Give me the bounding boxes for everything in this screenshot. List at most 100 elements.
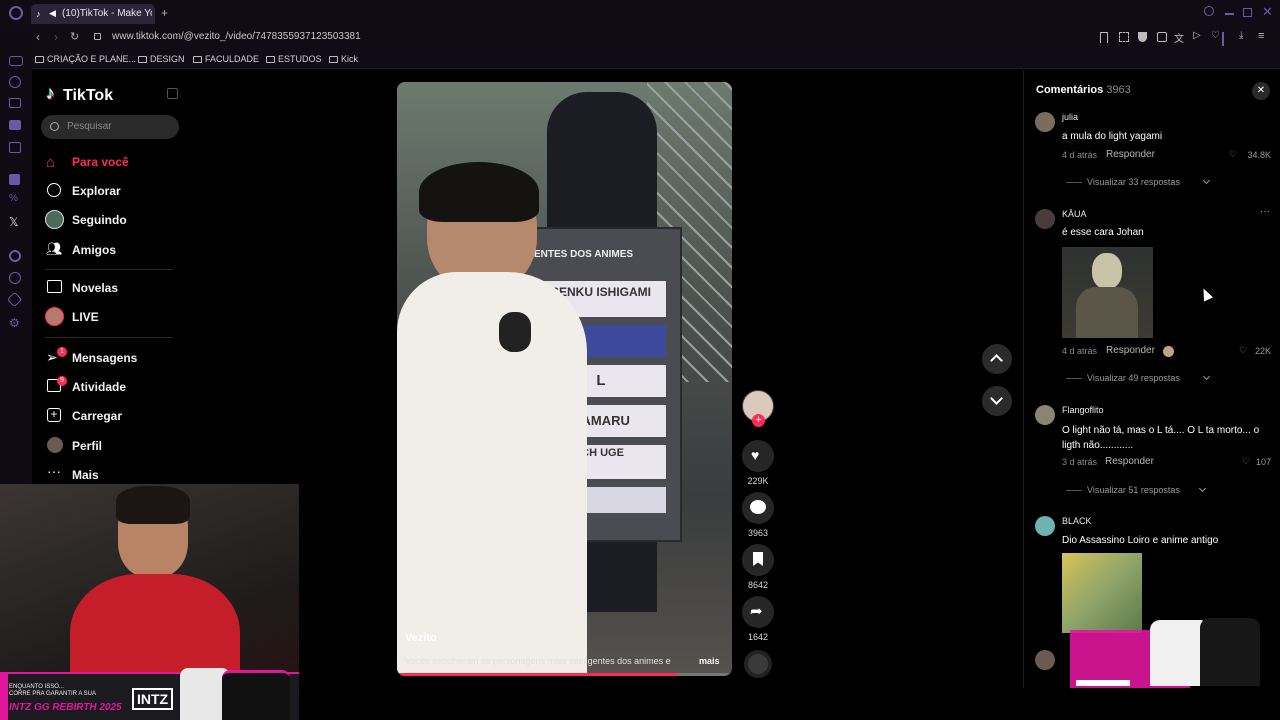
profile-icon[interactable]	[1222, 32, 1224, 46]
bookmark-folder[interactable]: CRIAÇÃO E PLANE...	[35, 54, 136, 64]
view-replies-button[interactable]: Visualizar 33 respostas	[1066, 176, 1216, 188]
sidebar-history-icon[interactable]	[9, 76, 21, 88]
translate-icon[interactable]: 文	[1174, 30, 1184, 45]
comments-title-label: Comentários	[1036, 84, 1104, 96]
commenter-avatar[interactable]	[1035, 516, 1055, 536]
view-replies-button[interactable]: Visualizar 51 respostas	[1066, 484, 1216, 496]
share-button[interactable]: ➦	[742, 596, 774, 628]
lock-icon	[94, 33, 101, 40]
nav-novelas[interactable]: Novelas	[45, 278, 185, 298]
nav-label: Seguindo	[72, 213, 127, 227]
comments-count: 3963	[1106, 84, 1131, 96]
comment-options-icon[interactable]: ···	[1260, 206, 1270, 217]
play-icon[interactable]: ▷	[1193, 30, 1201, 41]
nav-label: Mais	[72, 468, 99, 482]
save-button[interactable]	[742, 544, 774, 576]
extension-icon[interactable]	[1157, 32, 1167, 42]
bookmark-folder[interactable]: FACULDADE	[193, 54, 259, 64]
reply-button[interactable]: Responder	[1106, 345, 1155, 356]
minimize-button[interactable]	[1225, 13, 1234, 15]
nav-atividade[interactable]: 9 Atividade	[45, 376, 185, 397]
speaker-icon[interactable]: ◀	[49, 8, 56, 19]
comment-image[interactable]	[1062, 247, 1153, 338]
sidebar-settings-icon[interactable]: ⚙	[9, 316, 23, 330]
sidebar-wallet-icon[interactable]	[9, 98, 21, 108]
comment-username[interactable]: julia	[1062, 112, 1078, 122]
restore-button[interactable]	[1243, 8, 1252, 17]
video-player[interactable]: ENTES DOS ANIMES SENKU ISHIGAMI L KAMARU…	[397, 82, 732, 676]
commenter-avatar[interactable]	[1035, 405, 1055, 425]
sidebar-messenger-icon[interactable]	[9, 56, 23, 66]
comment-button[interactable]	[742, 492, 774, 524]
new-tab-button[interactable]: +	[161, 6, 168, 20]
next-video-button[interactable]	[982, 386, 1012, 416]
comment-like-button[interactable]: ♡ 107	[1242, 456, 1271, 468]
bookmark-folder[interactable]: Kick	[329, 54, 358, 64]
nav-explorar[interactable]: Explorar	[45, 181, 185, 201]
bookmark-folder[interactable]: DESIGN	[138, 54, 185, 64]
nav-amigos[interactable]: 👥︎ Amigos	[45, 240, 185, 260]
shield-icon[interactable]	[1138, 32, 1147, 42]
heart-icon: ♥	[751, 447, 760, 463]
sidebar-clock-icon[interactable]	[9, 272, 21, 284]
nav-live[interactable]: LIVE	[45, 307, 185, 327]
bookmark-label: FACULDADE	[205, 54, 260, 64]
like-count: 229K	[747, 476, 769, 486]
close-comments-button[interactable]: ✕	[1252, 82, 1270, 100]
comment-username[interactable]: BLACK	[1062, 516, 1092, 526]
nav-mais[interactable]: ··· Mais	[45, 463, 185, 485]
search-placeholder: Pesquisar	[67, 121, 112, 132]
sidebar-cube-icon[interactable]	[6, 291, 23, 308]
jersey-image	[222, 670, 290, 720]
tiktok-logo[interactable]: ♪ TikTok	[46, 83, 136, 106]
comment-username[interactable]: Flangoflito	[1062, 405, 1104, 415]
collapse-sidebar-icon[interactable]	[167, 88, 178, 99]
back-icon[interactable]: ‹	[36, 30, 40, 44]
sidebar-percent-icon[interactable]: %	[9, 193, 23, 207]
sidebar-twitch-icon[interactable]	[9, 174, 20, 185]
comment-like-button[interactable]: ♡ 34.8K	[1229, 149, 1271, 161]
sidebar-opera-icon[interactable]	[9, 250, 21, 262]
sidebar-player-icon[interactable]	[9, 142, 21, 153]
menu-icon[interactable]: ≡	[1258, 30, 1264, 42]
forward-icon[interactable]: ›	[54, 30, 58, 44]
sidebar-x-icon[interactable]: 𝕏	[9, 215, 23, 229]
heart-icon[interactable]: ♡	[1211, 30, 1220, 41]
comment-icon	[750, 500, 766, 514]
board-label: L	[596, 372, 606, 389]
reload-icon[interactable]: ↻	[70, 30, 79, 43]
commenter-avatar[interactable]	[1035, 209, 1055, 229]
sidebar-pinboard-icon[interactable]	[9, 120, 21, 130]
nav-para-voce[interactable]: ⌂ Para você	[45, 152, 185, 172]
opera-logo-icon[interactable]	[9, 6, 23, 20]
video-author[interactable]: Vezito	[405, 632, 437, 644]
view-replies-label: Visualizar 49 respostas	[1087, 373, 1180, 383]
view-replies-button[interactable]: Visualizar 49 respostas	[1066, 372, 1216, 384]
reply-button[interactable]: Responder	[1105, 456, 1154, 467]
commenter-avatar[interactable]	[1035, 112, 1055, 132]
like-button[interactable]: ♥	[742, 440, 774, 472]
search-tabs-icon[interactable]	[1204, 6, 1214, 16]
nav-perfil[interactable]: Perfil	[45, 436, 185, 456]
nav-seguindo[interactable]: Seguindo	[45, 210, 185, 230]
nav-carregar[interactable]: + Carregar	[45, 406, 185, 426]
comment-username[interactable]: KĀUA	[1062, 209, 1087, 219]
previous-video-button[interactable]	[982, 344, 1012, 374]
screenshot-icon[interactable]	[1119, 32, 1129, 42]
nav-mensagens[interactable]: ➢ 1 Mensagens	[45, 347, 185, 368]
caption-more-button[interactable]: mais	[699, 656, 720, 666]
view-replies-label: Visualizar 33 respostas	[1087, 177, 1180, 187]
url-field[interactable]: www.tiktok.com/@vezito_/video/7478355937…	[112, 31, 361, 42]
close-window-button[interactable]: ✕	[1262, 4, 1273, 20]
comment-like-button[interactable]: ♡ 22K	[1239, 345, 1271, 357]
search-box[interactable]: Pesquisar	[41, 115, 179, 139]
nav-label: Amigos	[72, 243, 117, 257]
follow-button[interactable]: +	[752, 414, 765, 427]
download-icon[interactable]: ⤓	[1239, 30, 1243, 41]
music-disc[interactable]	[744, 650, 772, 678]
bookmark-folder[interactable]: ESTUDOS	[266, 54, 322, 64]
progress-bar[interactable]	[397, 673, 732, 676]
bookmark-icon[interactable]	[1100, 32, 1108, 43]
browser-tab[interactable]: ♪ ◀ (10)TikTok - Make Your	[31, 4, 155, 24]
reply-button[interactable]: Responder	[1106, 149, 1155, 160]
